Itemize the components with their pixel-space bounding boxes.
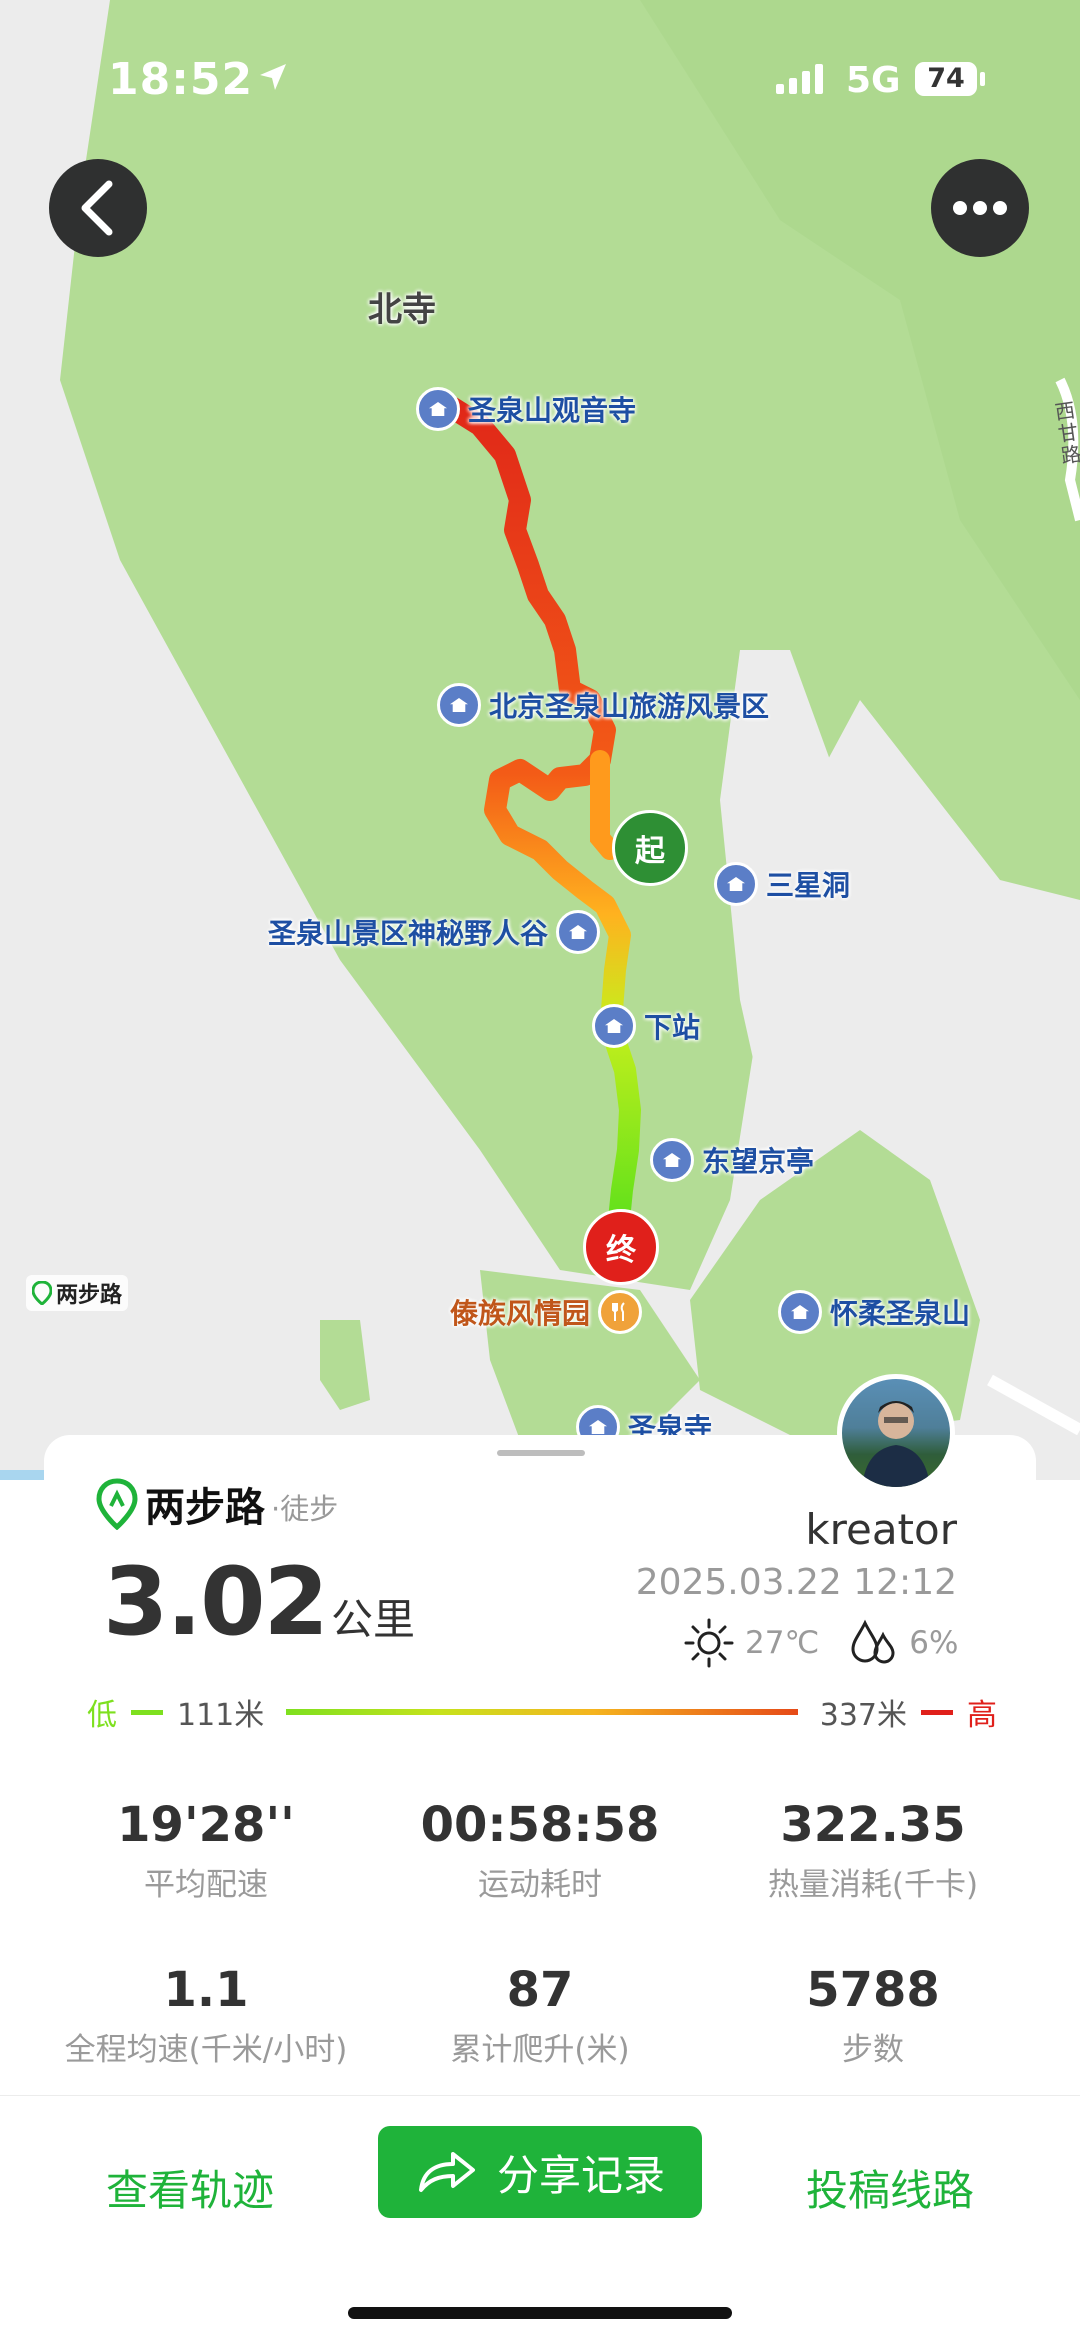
back-button[interactable] [49,159,147,257]
end-marker[interactable]: 终 [583,1209,659,1285]
humidity-icon [851,1619,895,1664]
temple-icon [416,387,460,431]
elevation-low-value: 111米 [177,1698,265,1733]
battery-indicator: 74 [915,62,977,96]
elevation-high-label: 高 [967,1698,997,1733]
poi-scenic-area[interactable]: 北京圣泉山旅游风景区 [437,683,769,727]
activity-type: ·徒步 [271,1492,339,1526]
username: kreator [805,1505,957,1554]
scenic-icon [650,1138,694,1182]
drag-handle[interactable] [497,1450,585,1456]
restaurant-icon [598,1290,643,1334]
distance-value: 3.02 [103,1548,329,1657]
map-terrain [0,0,1080,1480]
poi-daizu-garden[interactable]: 傣族风情园 [450,1290,643,1334]
elevation-low-label: 低 [87,1698,117,1733]
brand-logo-icon [96,1478,138,1530]
stat-value: 5788 [806,1962,940,2018]
elevation-high-value: 337米 [819,1698,907,1733]
scenic-icon [556,910,601,954]
scenic-icon [592,1004,636,1048]
stat-label: 步数 [842,2032,904,2068]
status-bar: 18:52 5G 74 [0,50,1080,110]
stat-value: 322.35 [780,1797,966,1853]
network-type: 5G [846,60,901,101]
stat-label: 热量消耗(千卡) [767,1867,979,1903]
poi-yeren-valley[interactable]: 圣泉山景区神秘野人谷 [268,910,601,954]
poi-xiazhan[interactable]: 下站 [592,1004,700,1048]
stat-label: 累计爬升(米) [450,2032,630,2068]
stat-avg-pace: 19'28'' 平均配速 [36,1797,376,1904]
stat-label: 全程均速(千米/小时) [64,2032,348,2068]
more-dots-icon [953,201,1007,215]
stat-label: 平均配速 [144,1867,268,1903]
weather-row: 27℃ 6% [683,1617,958,1669]
battery-tip [980,72,985,86]
share-record-label: 分享记录 [496,2150,665,2200]
more-button[interactable] [931,159,1029,257]
poi-sanxing-cave[interactable]: 三星洞 [714,862,850,906]
distance-unit: 公里 [330,1595,415,1644]
low-color-swatch [131,1709,163,1715]
signal-icon [776,64,823,94]
location-arrow-icon [260,64,286,90]
high-color-swatch [921,1709,953,1715]
action-bar: 查看轨迹 分享记录 投稿线路 [0,2095,1080,2342]
brand-name: 两步路 [145,1485,265,1531]
distance-block: 3.02 公里 [103,1548,415,1657]
stat-value: 1.1 [163,1962,249,2018]
avatar[interactable] [837,1374,955,1492]
stat-calories: 322.35 热量消耗(千卡) [703,1797,1043,1904]
share-record-button[interactable]: 分享记录 [378,2126,702,2218]
elevation-gradient-bar [286,1709,798,1715]
scenic-icon [437,683,481,727]
temperature: 27℃ [745,1625,820,1661]
brand-header: 两步路 ·徒步 [95,1475,338,1533]
activity-datetime: 2025.03.22 12:12 [635,1562,957,1603]
elevation-legend: 低 111米 337米 高 [87,1690,997,1734]
stat-value: 00:58:58 [420,1797,660,1853]
place-label-bei-si: 北寺 [368,290,436,330]
poi-guanyin-temple[interactable]: 圣泉山观音寺 [416,387,636,431]
stat-avg-speed: 1.1 全程均速(千米/小时) [36,1962,376,2069]
avatar-person-icon [862,1401,930,1487]
brand-logo-icon [32,1281,52,1305]
sun-icon [684,1618,734,1668]
start-marker[interactable]: 起 [612,810,688,886]
chevron-left-icon [81,180,113,236]
view-track-button[interactable]: 查看轨迹 [70,2146,310,2236]
scenic-icon [714,862,758,906]
poi-huairou-shengquan[interactable]: 怀柔圣泉山 [778,1290,970,1334]
share-arrow-icon [418,2152,475,2192]
map-watermark: 两步路 [26,1275,129,1311]
stat-duration: 00:58:58 运动耗时 [370,1797,710,1904]
stat-elevation-gain: 87 累计爬升(米) [370,1962,710,2069]
stat-value: 87 [506,1962,574,2018]
humidity: 6% [909,1625,959,1661]
submit-route-button[interactable]: 投稿线路 [770,2146,1010,2236]
status-time: 18:52 [108,54,254,105]
stat-steps: 5788 步数 [703,1962,1043,2069]
poi-dongwang-pavilion[interactable]: 东望京亭 [650,1138,814,1182]
stat-value: 19'28'' [117,1797,295,1853]
scenic-icon [778,1290,822,1334]
home-indicator[interactable] [348,2307,732,2319]
route-map[interactable]: 18:52 5G 74 北寺 圣泉山观音寺 北京圣泉山旅游风景区 三星洞 圣泉山… [0,0,1080,1480]
stat-label: 运动耗时 [478,1867,602,1903]
